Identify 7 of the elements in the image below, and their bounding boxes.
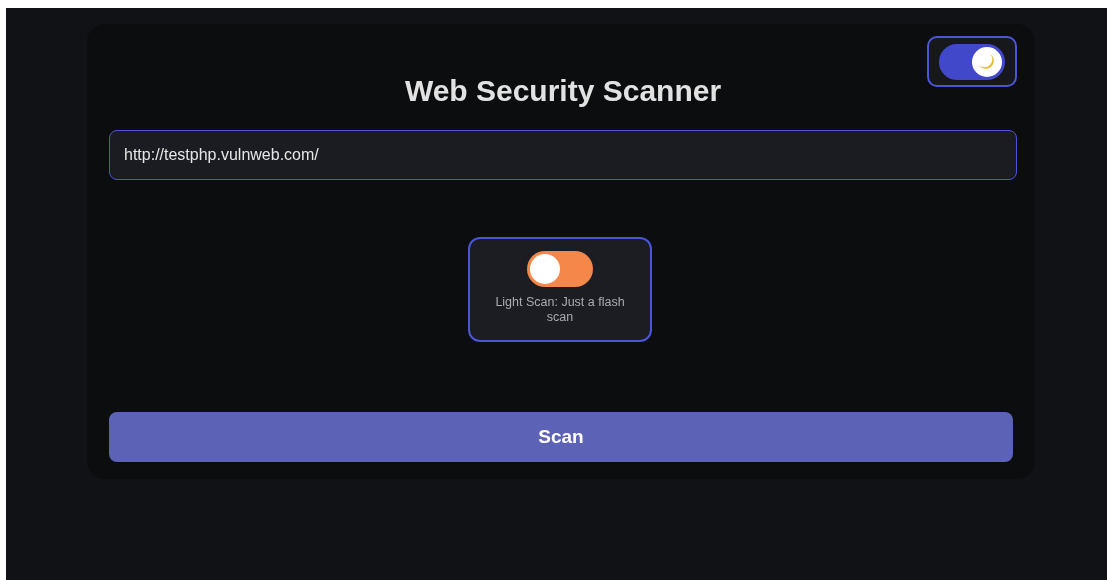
scan-button[interactable]: Scan	[109, 412, 1013, 462]
scan-mode-label: Light Scan: Just a flash scan	[495, 295, 625, 325]
url-field[interactable]: http://testphp.vulnweb.com/	[109, 130, 1017, 180]
page-title: Web Security Scanner	[403, 74, 723, 108]
moon-icon	[977, 51, 997, 72]
theme-toggle[interactable]	[927, 36, 1017, 87]
scan-mode-switch[interactable]	[527, 251, 593, 287]
